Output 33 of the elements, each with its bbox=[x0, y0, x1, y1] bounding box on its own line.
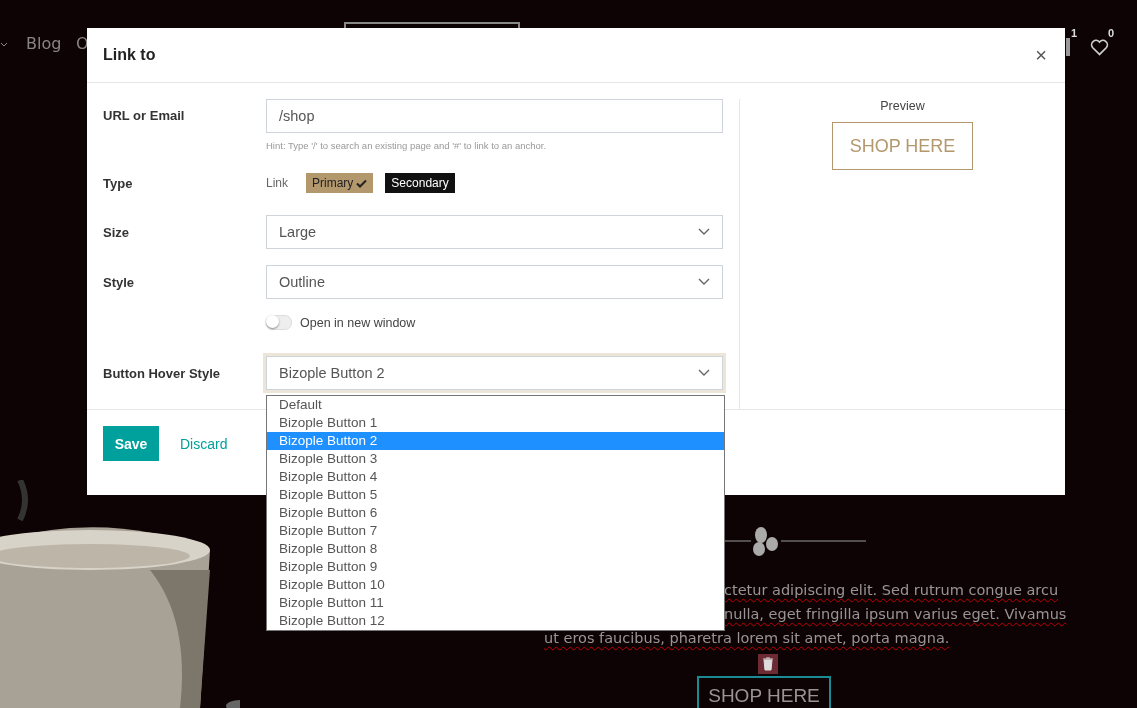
type-option[interactable]: Primary bbox=[306, 173, 374, 193]
field-label: Type bbox=[103, 175, 134, 191]
body-text: nulla, eget fringilla ipsum varius eget. Vivamus bbox=[724, 606, 1067, 622]
close-button[interactable]: × bbox=[1033, 45, 1049, 65]
size-select[interactable]: Large bbox=[266, 215, 723, 249]
field-label: Button Hover Style bbox=[103, 365, 221, 381]
toggle-switch[interactable] bbox=[266, 315, 292, 330]
body-text: ut eros faucibus, pharetra lorem sit amet, porta magna. bbox=[544, 630, 950, 646]
nav-link[interactable]: Blog bbox=[26, 34, 62, 53]
url-field[interactable]: /shop bbox=[266, 99, 723, 133]
shop-here-button[interactable]: SHOP HERE bbox=[697, 676, 831, 708]
dialog-title: Link to bbox=[103, 46, 156, 64]
field-label: Size bbox=[103, 224, 130, 240]
cart-count: 1 bbox=[1071, 27, 1078, 39]
hover-style-select[interactable]: Bizople Button 2 bbox=[266, 356, 723, 390]
chevron-down-icon bbox=[698, 228, 710, 236]
type-option[interactable]: Link bbox=[266, 173, 294, 193]
toggle-label: Open in new window bbox=[300, 315, 416, 330]
field-label: URL or Email bbox=[103, 107, 186, 123]
trash-icon[interactable] bbox=[758, 654, 778, 674]
nav-link[interactable]: O bbox=[76, 34, 89, 53]
wishlist-count: 0 bbox=[1108, 27, 1115, 39]
check-icon bbox=[356, 178, 368, 188]
preview-title: Preview bbox=[880, 99, 925, 113]
caret-icon bbox=[0, 42, 8, 48]
hint-text: Hint: Type '/' to search an existing page and '#' to link to an anchor. bbox=[266, 140, 548, 151]
type-option[interactable]: Secondary bbox=[385, 173, 455, 193]
body-text: ctetur adipiscing elit. Sed rutrum congue arcu bbox=[724, 582, 1059, 598]
chevron-down-icon bbox=[698, 369, 710, 377]
field-label: Style bbox=[103, 274, 136, 290]
style-select[interactable]: Outline bbox=[266, 265, 723, 299]
heart-icon[interactable] bbox=[1090, 39, 1109, 56]
chevron-down-icon bbox=[698, 278, 710, 286]
